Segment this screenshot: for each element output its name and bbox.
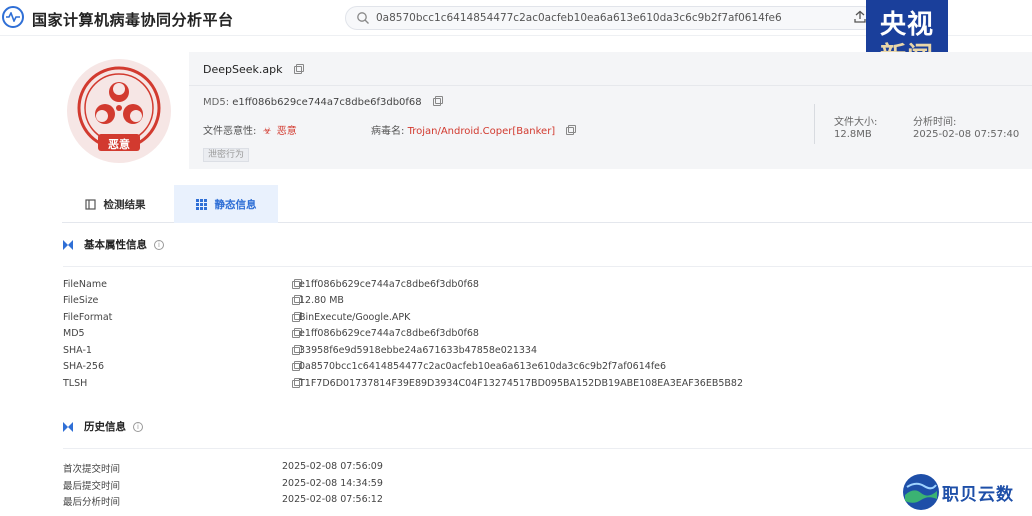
- info-icon[interactable]: i: [133, 421, 143, 432]
- attr-row: FileName e1ff086b629ce744a7c8dbe6f3db0f6…: [63, 277, 1032, 293]
- analysis-time-block: 分析时间: 2025-02-08 07:57:40: [913, 117, 1019, 141]
- history-key: 最后分析时间: [63, 497, 121, 508]
- history-value: 2025-02-08 14:34:59: [282, 478, 383, 489]
- file-size-value: 12.8MB: [834, 129, 872, 140]
- attr-key: SHA-1: [63, 345, 92, 356]
- document-icon: [84, 198, 96, 210]
- search-input[interactable]: [376, 12, 856, 24]
- malice-line: 文件恶意性: ☣ 恶意: [203, 122, 297, 137]
- zbyun-text: 职贝云数: [942, 484, 1014, 505]
- attr-row: FileSize 12.80 MB: [63, 293, 1032, 309]
- md5-label: MD5:: [203, 97, 230, 108]
- tab-static-info[interactable]: 静态信息: [174, 185, 278, 223]
- biohazard-icon: ☣: [262, 126, 272, 137]
- attr-value: e1ff086b629ce744a7c8dbe6f3db0f68: [299, 328, 479, 339]
- search-icon: [357, 12, 369, 24]
- platform-logo-icon[interactable]: [2, 6, 24, 28]
- attr-key: TLSH: [63, 378, 88, 389]
- history-row: 最后提交时间 2025-02-08 14:34:59: [63, 476, 963, 492]
- history-key: 首次提交时间: [63, 464, 121, 475]
- attr-row: TLSH T1F7D6D01737814F39E89D3934C04F13274…: [63, 376, 1032, 392]
- section-divider: [63, 448, 1032, 449]
- zbyun-logo-icon: [903, 474, 939, 510]
- malice-label: 文件恶意性:: [203, 126, 257, 137]
- virus-name-line: 病毒名: Trojan/Android.Coper[Banker]: [371, 122, 577, 137]
- divider: [814, 104, 815, 144]
- section-title: 基本属性信息: [84, 239, 147, 251]
- attr-row: SHA-1 33958f6e9d5918ebbe24a671633b47858e…: [63, 343, 1032, 359]
- copy-icon[interactable]: [432, 96, 443, 106]
- history-row: 最后分析时间 2025-02-08 07:56:12: [63, 492, 963, 508]
- history-value: 2025-02-08 07:56:12: [282, 494, 383, 505]
- attr-key: FileSize: [63, 295, 99, 306]
- section-marker-icon: [63, 239, 73, 250]
- attr-key: FileName: [63, 279, 107, 290]
- zbyun-watermark: 职贝云数: [902, 472, 1014, 512]
- search-box[interactable]: [345, 6, 875, 30]
- malice-value: 恶意: [276, 126, 297, 137]
- attr-key: MD5: [63, 328, 85, 339]
- copy-icon[interactable]: [566, 125, 577, 135]
- history-info-header: 历史信息 i: [63, 419, 143, 434]
- basic-info-header: 基本属性信息 i: [63, 237, 164, 252]
- tab-bar: 检测结果 静态信息: [62, 185, 1032, 223]
- analysis-time-value: 2025-02-08 07:57:40: [913, 129, 1020, 140]
- file-size-block: 文件大小: 12.8MB: [834, 117, 877, 141]
- attr-value: T1F7D6D01737814F39E89D3934C04F13274517BD…: [299, 378, 744, 389]
- section-marker-icon: [63, 421, 73, 432]
- attr-key: SHA-256: [63, 361, 105, 372]
- file-size-label: 文件大小:: [834, 117, 878, 128]
- virus-value: Trojan/Android.Coper[Banker]: [407, 126, 556, 137]
- grid-icon: [195, 198, 207, 210]
- md5-line: MD5: e1ff086b629ce744a7c8dbe6f3db0f68: [203, 96, 443, 108]
- md5-value: e1ff086b629ce744a7c8dbe6f3db0f68: [232, 97, 422, 108]
- badge-label: 恶意: [108, 138, 130, 151]
- attr-value: 0a8570bcc1c6414854477c2ac0acfeb10ea6a613…: [299, 361, 667, 372]
- tab-detection-results[interactable]: 检测结果: [62, 185, 168, 223]
- tab-label: 检测结果: [103, 198, 146, 211]
- history-row: 首次提交时间 2025-02-08 07:56:09: [63, 459, 963, 475]
- attr-row: FileFormat BinExecute/Google.APK: [63, 310, 1032, 326]
- attr-value: 12.80 MB: [299, 295, 344, 306]
- attr-row: MD5 e1ff086b629ce744a7c8dbe6f3db0f68: [63, 326, 1032, 342]
- section-title: 历史信息: [84, 421, 126, 433]
- attr-value: e1ff086b629ce744a7c8dbe6f3db0f68: [299, 279, 479, 290]
- tab-label: 静态信息: [214, 198, 257, 211]
- analysis-time-label: 分析时间:: [913, 117, 957, 128]
- watermark-line-1: 央视: [879, 10, 934, 40]
- section-divider: [63, 266, 1032, 267]
- file-name: DeepSeek.apk: [203, 63, 304, 76]
- attr-key: FileFormat: [63, 312, 113, 323]
- upload-icon[interactable]: [853, 10, 867, 24]
- attr-value: 33958f6e9d5918ebbe24a671633b47858e021334: [299, 345, 537, 356]
- attr-value: BinExecute/Google.APK: [299, 312, 411, 323]
- copy-icon[interactable]: [293, 64, 304, 74]
- attr-row: SHA-256 0a8570bcc1c6414854477c2ac0acfeb1…: [63, 359, 1032, 375]
- history-value: 2025-02-08 07:56:09: [282, 461, 383, 472]
- info-icon[interactable]: i: [154, 239, 164, 250]
- behavior-tag[interactable]: 泄密行为: [203, 148, 250, 162]
- file-name-row: DeepSeek.apk: [189, 52, 1032, 86]
- virus-label: 病毒名:: [371, 126, 405, 137]
- history-key: 最后提交时间: [63, 481, 121, 492]
- file-name-text: DeepSeek.apk: [203, 63, 283, 76]
- file-summary-card: DeepSeek.apk MD5: e1ff086b629ce744a7c8db…: [189, 52, 1032, 169]
- site-title[interactable]: 国家计算机病毒协同分析平台: [32, 9, 234, 30]
